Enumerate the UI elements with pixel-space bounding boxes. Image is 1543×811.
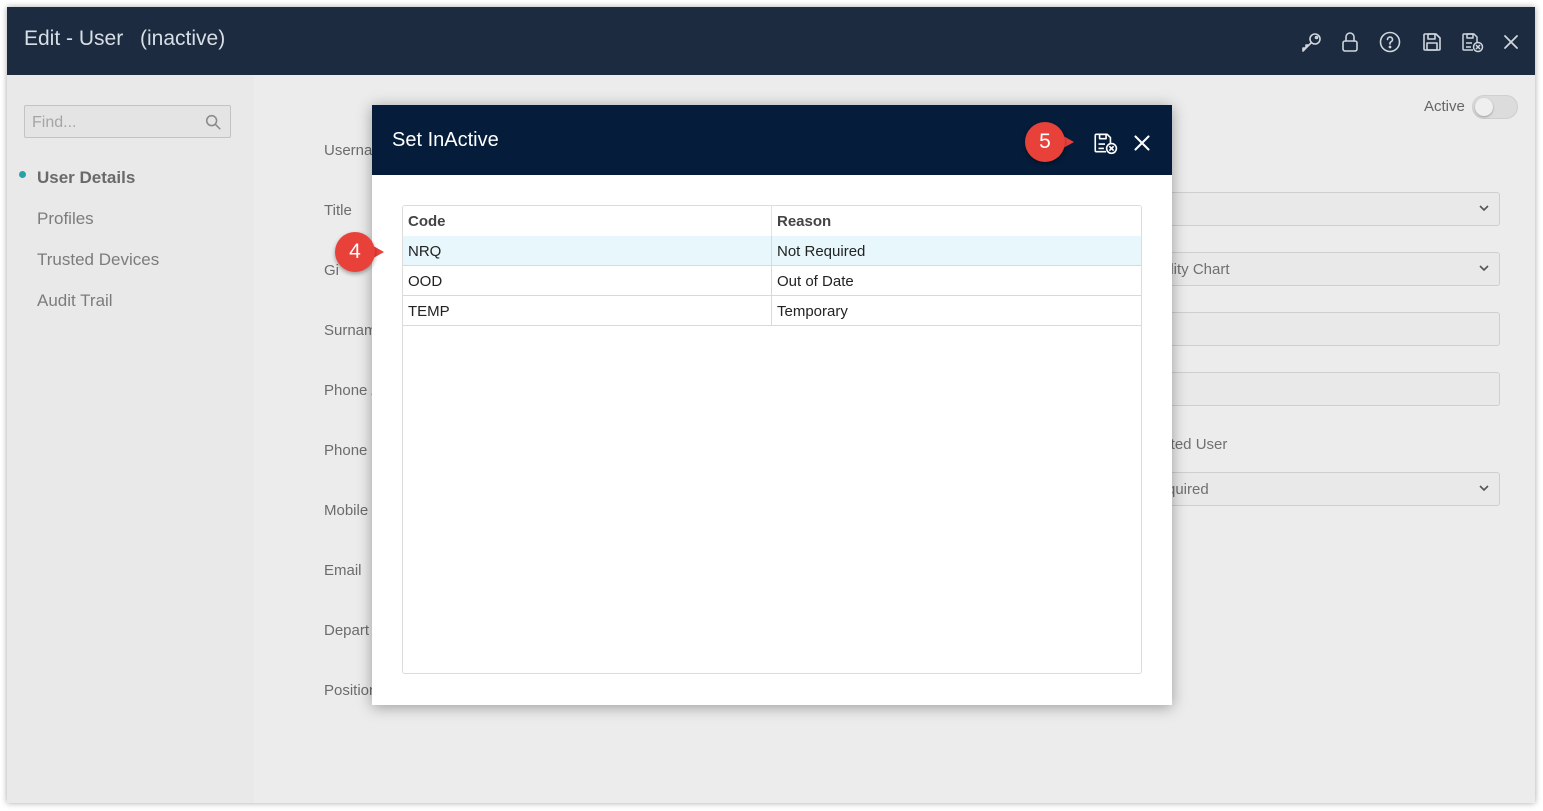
field-label-surname: Surnam — [324, 322, 377, 339]
sidebar-item-audit-trail[interactable]: Audit Trail — [37, 291, 113, 311]
table-row[interactable]: TEMP Temporary — [403, 296, 1141, 326]
search-box[interactable] — [24, 105, 231, 138]
cell-divider — [771, 266, 772, 296]
save-inactive-icon[interactable] — [1460, 30, 1484, 54]
right-input-2[interactable] — [1154, 372, 1500, 406]
reasons-grid: Code Reason NRQ Not Required OOD Out of … — [402, 205, 1142, 674]
window-title: Edit - User — [24, 27, 124, 50]
sidebar: User Details Profiles Trusted Devices Au… — [7, 75, 254, 803]
chevron-down-icon — [1477, 201, 1491, 215]
step-callout-5: 5 — [1025, 122, 1074, 162]
field-label-username: Userna — [324, 142, 373, 159]
cell-divider — [771, 296, 772, 326]
column-header-reason[interactable]: Reason — [777, 213, 831, 230]
dialog-close-button[interactable] — [1129, 130, 1155, 156]
right-select-2[interactable]: ility Chart — [1154, 252, 1500, 286]
table-row[interactable]: NRQ Not Required — [403, 236, 1141, 266]
sidebar-item-profiles[interactable]: Profiles — [37, 209, 94, 229]
set-inactive-dialog: Set InActive Code Reason NRQ Not Require… — [372, 105, 1172, 705]
window-status: (inactive) — [140, 27, 226, 50]
field-label-title: Title — [324, 202, 352, 219]
field-label-phone-b: Phone I — [324, 442, 376, 459]
field-label-mobile: Mobile — [324, 502, 369, 519]
save-icon[interactable] — [1420, 30, 1444, 54]
active-indicator-dot — [19, 171, 26, 178]
grid-header: Code Reason — [403, 206, 1141, 237]
right-select-3[interactable]: quired — [1154, 472, 1500, 506]
save-inactive-button[interactable] — [1092, 130, 1118, 156]
cell-divider — [771, 236, 772, 266]
right-select-3-value: quired — [1167, 481, 1209, 498]
chevron-down-icon — [1477, 261, 1491, 275]
right-input-1[interactable] — [1154, 312, 1500, 346]
field-label-phone-a: Phone / — [324, 382, 376, 399]
cell-reason: Temporary — [777, 303, 848, 320]
cell-reason: Out of Date — [777, 273, 854, 290]
sidebar-item-user-details[interactable]: User Details — [37, 168, 135, 188]
field-label-email: Email — [324, 562, 362, 579]
callout-number: 5 — [1039, 130, 1051, 153]
cell-code: TEMP — [408, 303, 450, 320]
right-select-1[interactable] — [1154, 192, 1500, 226]
dialog-title: Set InActive — [392, 129, 499, 151]
active-label: Active — [1424, 98, 1465, 115]
field-label-position: Position — [324, 682, 378, 699]
table-row[interactable]: OOD Out of Date — [403, 266, 1141, 296]
cell-code: OOD — [408, 273, 443, 290]
right-select-2-value: ility Chart — [1167, 261, 1230, 278]
cell-code: NRQ — [408, 243, 442, 260]
step-callout-4: 4 — [335, 232, 384, 272]
toggle-knob — [1475, 98, 1493, 116]
help-icon[interactable] — [1378, 30, 1402, 54]
callout-number: 4 — [349, 240, 361, 263]
title-bar: Edit - User (inactive) — [7, 7, 1535, 75]
search-icon[interactable] — [204, 113, 222, 131]
chevron-down-icon — [1477, 481, 1491, 495]
field-label-department: Depart — [324, 622, 370, 639]
sidebar-item-trusted-devices[interactable]: Trusted Devices — [37, 250, 159, 270]
column-header-code[interactable]: Code — [408, 213, 446, 230]
lock-icon[interactable] — [1338, 30, 1362, 54]
cell-reason: Not Required — [777, 243, 866, 260]
search-input[interactable] — [30, 113, 194, 133]
column-divider — [771, 206, 772, 236]
key-icon[interactable] — [1300, 30, 1324, 54]
close-icon[interactable] — [1499, 30, 1523, 54]
active-toggle[interactable] — [1472, 95, 1518, 119]
